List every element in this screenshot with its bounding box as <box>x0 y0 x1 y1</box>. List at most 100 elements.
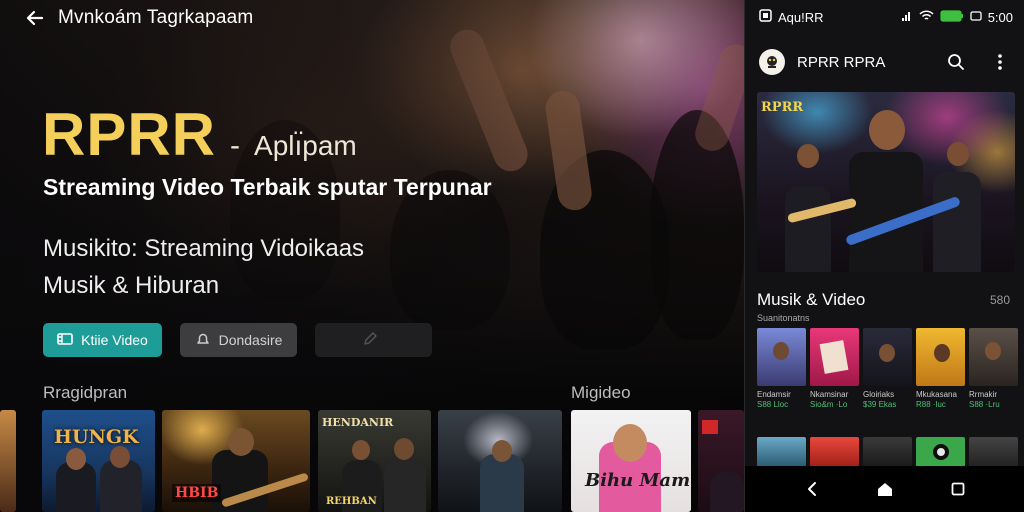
page-title: Mvnkoám Tagrkapaam <box>58 7 254 28</box>
card-info: R88 ·luc <box>916 400 946 409</box>
brand-dash: - <box>230 129 241 162</box>
person-figure <box>710 472 744 512</box>
music-video-card[interactable] <box>916 328 965 386</box>
status-bar: Aqu!RR 5:00 <box>745 0 1024 34</box>
music-video-card[interactable] <box>810 328 859 386</box>
red-badge <box>702 420 718 434</box>
person-figure <box>212 450 268 512</box>
watch-video-label: Ktiie Video <box>81 332 148 348</box>
person-figure <box>933 172 981 272</box>
section-subtitle: Suanitonatns <box>757 313 810 323</box>
person-head <box>773 342 789 360</box>
arrow-left-icon[interactable] <box>24 7 46 29</box>
video-thumbnail[interactable] <box>438 410 562 512</box>
person-figure <box>384 458 426 512</box>
section-count: 580 <box>989 293 1010 307</box>
description-line-2: Musik & Hiburan <box>43 272 220 299</box>
status-right: 5:00 <box>901 10 1013 25</box>
video-icon <box>57 332 73 349</box>
person-head <box>613 424 647 462</box>
screen: Mvnkoám Tagrkapaam RPRR - Aplı̈pam Strea… <box>0 0 1024 512</box>
card-title: Mkukasana <box>916 390 957 399</box>
search-icon[interactable] <box>945 51 967 73</box>
brand-heading: RPRR - Aplı̈pam <box>42 100 357 169</box>
person-head <box>869 110 905 150</box>
status-app-name: Aqu!RR <box>778 9 824 25</box>
card-title: Rrmakir <box>969 390 997 399</box>
featured-banner[interactable]: RPRR <box>757 92 1015 272</box>
poster-frame <box>819 340 849 374</box>
thumbnail-caption: HENDANIR <box>322 416 394 429</box>
edit-button[interactable] <box>315 323 432 357</box>
card-meta: Mkukasana R88 ·luc <box>916 390 968 410</box>
subscribe-button[interactable]: Dondasire <box>180 323 297 357</box>
wifi-icon <box>919 9 934 25</box>
section-title: Musik & Video <box>757 290 866 309</box>
music-video-card[interactable] <box>757 437 806 467</box>
person-figure <box>480 454 524 512</box>
data-icon <box>970 10 982 25</box>
status-time: 5:00 <box>987 9 1013 25</box>
pencil-icon <box>362 331 378 350</box>
status-left: Aqu!RR <box>759 9 824 25</box>
brand-subtitle: Aplı̈pam <box>254 130 357 161</box>
app-bar-actions <box>945 51 1011 73</box>
music-video-card[interactable] <box>810 437 859 467</box>
home-icon[interactable] <box>873 477 897 501</box>
video-thumbnail[interactable]: Bihu Mam <box>571 410 691 512</box>
video-thumbnail[interactable]: HUNGK <box>42 410 155 512</box>
thumbnail-row: HUNGK HBIB HENDANIR REHBAN Bihu Mam <box>0 410 744 512</box>
record-icon <box>933 444 949 460</box>
more-vert-icon[interactable] <box>989 51 1011 73</box>
video-thumbnail[interactable]: HENDANIR REHBAN <box>318 410 431 512</box>
music-video-card[interactable] <box>863 328 912 386</box>
tagline: Streaming Video Terbaik sputar Terpunar <box>43 174 492 200</box>
thumbnail-caption: HUNGK <box>54 426 139 448</box>
recents-icon[interactable] <box>946 477 970 501</box>
card-info: $39 Ekas <box>863 400 897 409</box>
back-nav-icon[interactable] <box>800 477 824 501</box>
card-meta: Gloiriaks $39 Ekas <box>863 390 915 410</box>
card-info: Sio&m ·Lo <box>810 400 848 409</box>
video-thumbnail[interactable] <box>698 410 744 512</box>
app-title: RPRR RPRA <box>797 53 886 71</box>
person-head <box>934 344 950 362</box>
music-video-card[interactable] <box>969 437 1018 467</box>
signal-icon <box>901 10 913 25</box>
person-head <box>879 344 895 362</box>
person-head <box>797 144 819 168</box>
card-title: Gloiriaks <box>863 390 895 399</box>
thumbnail-caption-2: REHBAN <box>326 496 377 507</box>
music-video-card[interactable] <box>969 328 1018 386</box>
watch-video-button[interactable]: Ktiie Video <box>43 323 162 357</box>
app-logo[interactable] <box>759 49 785 75</box>
action-buttons: Ktiie Video Dondasire <box>43 323 432 357</box>
card-info: S88 Lloc <box>757 400 789 409</box>
person-figure <box>785 186 831 272</box>
video-thumbnail[interactable]: HBIB <box>162 410 310 512</box>
app-bar: RPRR RPRA <box>745 44 1024 80</box>
person-head <box>492 440 512 462</box>
person-head <box>66 448 86 470</box>
card-meta: Nkamsinar Sio&m ·Lo <box>810 390 862 410</box>
thumbnail-caption: Bihu Mam <box>585 470 691 491</box>
video-thumbnail[interactable] <box>0 410 16 512</box>
row-label-music-video: Migideo <box>571 383 631 402</box>
card-meta: Rrmakir S88 ·Lru <box>969 390 1021 410</box>
battery-icon <box>940 9 964 25</box>
music-video-card[interactable] <box>916 437 965 467</box>
person-head <box>228 428 254 456</box>
bell-icon <box>195 331 211 350</box>
description-line-1: Musikito: Streaming Vidoikaas <box>43 235 365 262</box>
music-video-card[interactable] <box>757 328 806 386</box>
music-video-card[interactable] <box>863 437 912 467</box>
person-head <box>352 440 370 460</box>
row-label-recommended: Rragidpran <box>43 383 128 402</box>
app-status-icon <box>759 9 772 25</box>
card-meta: Endamsir S88 Lloc <box>757 390 809 410</box>
card-title: Endamsir <box>757 390 791 399</box>
brand-name: RPRR <box>42 101 217 168</box>
subscribe-label: Dondasire <box>218 332 283 348</box>
card-info: S88 ·Lru <box>969 400 1000 409</box>
thumbnail-caption: HBIB <box>172 484 222 502</box>
